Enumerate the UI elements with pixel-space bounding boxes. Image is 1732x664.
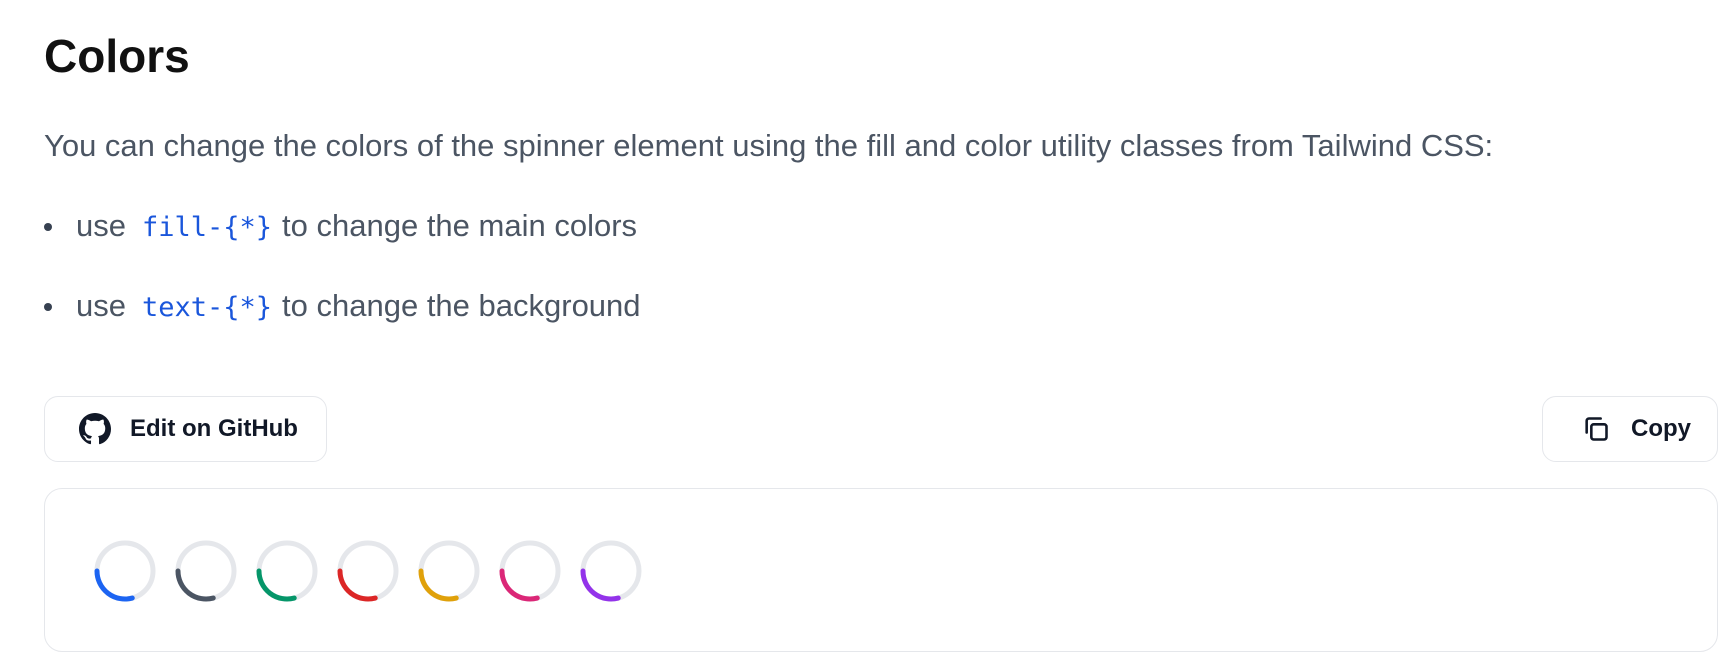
- bullet-text: to change the main colors: [282, 208, 638, 243]
- spinner-preview: [44, 488, 1718, 652]
- spinner-arc: [499, 568, 540, 602]
- edit-on-github-button[interactable]: Edit on GitHub: [44, 396, 327, 462]
- fill-class-code: fill-{*}: [141, 212, 273, 243]
- bullet-dot: [44, 303, 52, 311]
- text-class-code: text-{*}: [141, 292, 273, 323]
- list-item-fill: use fill-{*} to change the main colors: [44, 204, 641, 248]
- github-icon: [78, 412, 112, 446]
- page-title: Colors: [44, 30, 190, 82]
- spinner-red: [337, 540, 399, 602]
- copy-button[interactable]: Copy: [1542, 396, 1718, 462]
- spinner-arc: [418, 568, 459, 602]
- spinner-green: [256, 540, 318, 602]
- spinner-arc: [337, 568, 378, 602]
- spinner-blue: [94, 540, 156, 602]
- spinner-gray: [175, 540, 237, 602]
- edit-on-github-label: Edit on GitHub: [130, 415, 298, 442]
- spinner-arc: [580, 568, 621, 602]
- list-item-text: use text-{*} to change the background: [44, 284, 641, 328]
- copy-label: Copy: [1631, 415, 1691, 442]
- spinner-row: [93, 539, 660, 603]
- spinner-arc: [94, 568, 135, 602]
- spinner-yellow: [418, 540, 480, 602]
- bullet-dot: [44, 223, 52, 231]
- spinner-purple: [580, 540, 642, 602]
- bullet-text: to change the background: [282, 288, 641, 323]
- bullet-prefix: use: [76, 208, 126, 243]
- usage-list: use fill-{*} to change the main colors use…: [44, 204, 641, 364]
- spinner-arc: [256, 568, 297, 602]
- spinner-pink: [499, 540, 561, 602]
- bullet-prefix: use: [76, 288, 126, 323]
- intro-paragraph: You can change the colors of the spinner…: [44, 128, 1494, 163]
- spinner-arc: [175, 568, 216, 602]
- copy-icon: [1579, 412, 1613, 446]
